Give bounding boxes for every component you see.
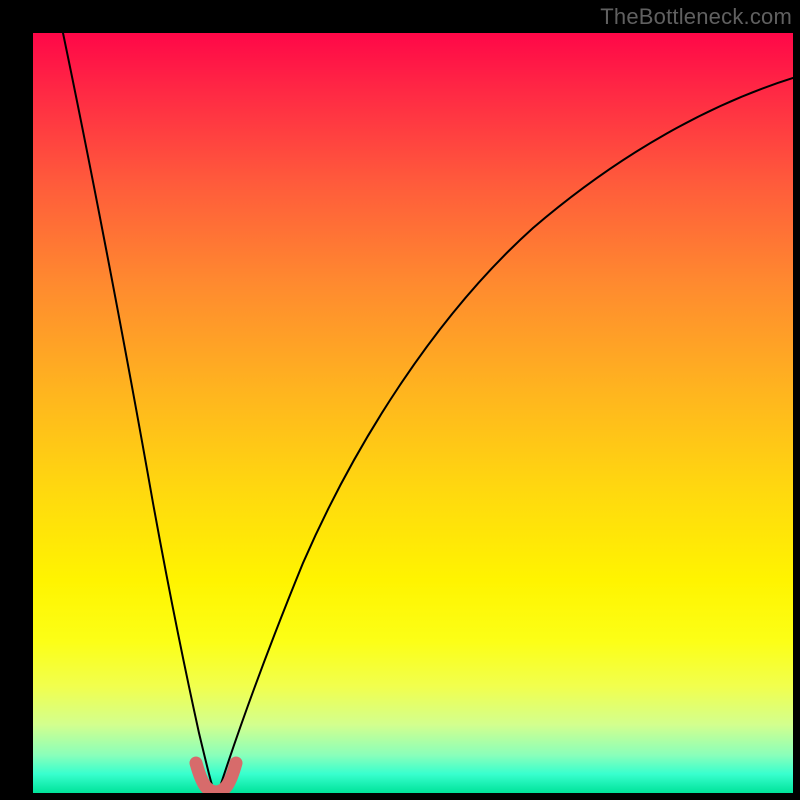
watermark-text: TheBottleneck.com bbox=[600, 4, 792, 30]
chart-frame: TheBottleneck.com bbox=[0, 0, 800, 800]
chart-svg bbox=[33, 33, 793, 793]
valley-highlight bbox=[196, 763, 236, 792]
bottleneck-curve bbox=[63, 33, 793, 790]
plot-area bbox=[33, 33, 793, 793]
